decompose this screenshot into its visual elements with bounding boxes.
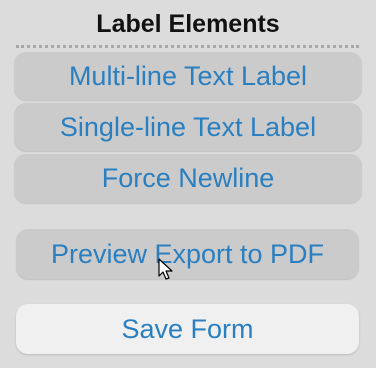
preview-export-pdf-button[interactable]: Preview Export to PDF [16, 229, 359, 279]
force-newline-button[interactable]: Force Newline [14, 154, 362, 203]
divider [16, 45, 359, 48]
multi-line-text-label-button[interactable]: Multi-line Text Label [14, 52, 362, 100]
save-form-button[interactable]: Save Form [16, 304, 359, 354]
panel-title: Label Elements [96, 10, 280, 38]
single-line-text-label-button[interactable]: Single-line Text Label [14, 103, 362, 151]
